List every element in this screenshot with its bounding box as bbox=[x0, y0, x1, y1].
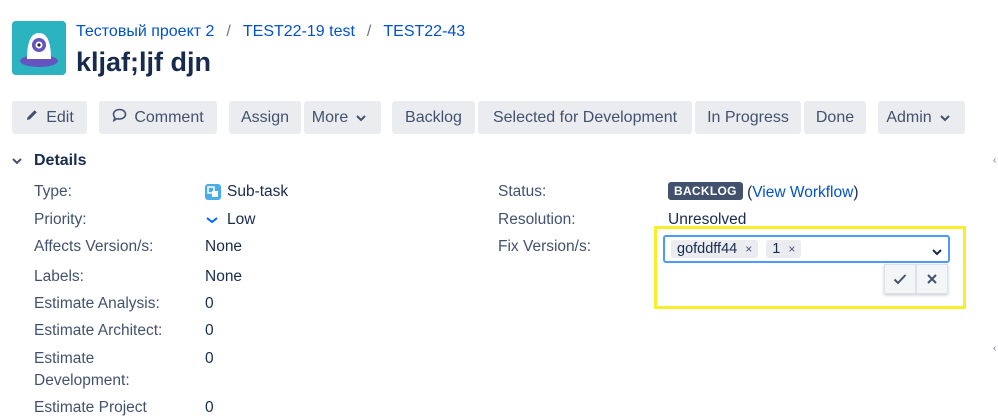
close-icon bbox=[926, 273, 938, 285]
fix-version-select[interactable]: gofddff44 × 1 × bbox=[663, 235, 950, 263]
chevron-down-icon bbox=[12, 157, 28, 165]
breadcrumb-issue-key[interactable]: TEST22-43 bbox=[383, 23, 465, 41]
fix-version-tag-label: gofddff44 bbox=[677, 241, 738, 257]
breadcrumb-separator: / bbox=[226, 23, 231, 40]
admin-button[interactable]: Admin bbox=[878, 101, 965, 134]
details-section-toggle[interactable]: Details bbox=[12, 152, 86, 170]
selected-for-development-label: Selected for Development bbox=[492, 108, 678, 126]
breadcrumb-parent-issue[interactable]: TEST22-19 test bbox=[243, 23, 355, 41]
type-value: Sub-task bbox=[205, 183, 288, 201]
workflow-link-close: ) bbox=[853, 184, 859, 201]
estimate-architect-label: Estimate Architect: bbox=[34, 322, 163, 339]
cancel-button[interactable] bbox=[916, 264, 948, 294]
project-avatar-icon[interactable] bbox=[12, 21, 66, 75]
status-value: BACKLOG (View Workflow) bbox=[668, 182, 859, 202]
estimate-project-label: Estimate Project bbox=[34, 399, 147, 416]
estimate-development-label-line2: Development: bbox=[34, 372, 130, 389]
comment-button-label: Comment bbox=[134, 108, 204, 126]
remove-tag-icon[interactable]: × bbox=[745, 242, 752, 256]
backlog-button-label: Backlog bbox=[405, 108, 462, 126]
fix-version-tag-label: 1 bbox=[772, 241, 781, 257]
fix-version-tag: gofddff44 × bbox=[671, 240, 759, 258]
breadcrumb-project[interactable]: Тестовый проект 2 bbox=[76, 23, 214, 41]
assign-button-label: Assign bbox=[240, 108, 290, 126]
breadcrumb-separator: / bbox=[366, 23, 372, 40]
issue-title[interactable]: kljaf;ljf djn bbox=[76, 47, 211, 78]
selected-for-development-button[interactable]: Selected for Development bbox=[478, 101, 692, 134]
more-button-label: More bbox=[311, 108, 349, 126]
type-value-text: Sub-task bbox=[227, 183, 289, 200]
check-icon bbox=[893, 273, 907, 285]
more-button[interactable]: More bbox=[304, 101, 381, 134]
estimate-development-label-line1: Estimate bbox=[34, 350, 95, 367]
backlog-transition-button[interactable]: Backlog bbox=[392, 101, 475, 134]
estimate-analysis-label: Estimate Analysis: bbox=[34, 295, 160, 312]
comment-icon bbox=[112, 108, 134, 127]
estimate-development-value[interactable]: 0 bbox=[205, 350, 214, 368]
affects-version-value[interactable]: None bbox=[205, 238, 242, 256]
labels-value[interactable]: None bbox=[205, 268, 242, 286]
resolution-label: Resolution: bbox=[498, 211, 576, 228]
estimate-analysis-value[interactable]: 0 bbox=[205, 295, 214, 313]
subtask-icon bbox=[205, 184, 221, 200]
comment-button[interactable]: Comment bbox=[99, 101, 217, 134]
status-badge: BACKLOG bbox=[668, 182, 743, 200]
done-label: Done bbox=[815, 108, 855, 126]
priority-value: Low bbox=[205, 211, 255, 229]
estimate-project-value[interactable]: 0 bbox=[205, 399, 214, 417]
edit-button[interactable]: Edit bbox=[12, 101, 87, 134]
fix-version-label: Fix Version/s: bbox=[498, 238, 592, 255]
estimate-architect-value[interactable]: 0 bbox=[205, 322, 214, 340]
affects-version-label: Affects Version/s: bbox=[34, 238, 154, 255]
admin-label: Admin bbox=[886, 108, 932, 126]
side-panel-arrow-icon[interactable]: ‹ bbox=[993, 155, 996, 166]
details-heading: Details bbox=[34, 152, 87, 169]
type-label: Type: bbox=[34, 183, 72, 200]
priority-label: Priority: bbox=[34, 211, 87, 228]
fix-version-tag: 1 × bbox=[766, 240, 802, 258]
edit-button-label: Edit bbox=[46, 108, 74, 126]
chevron-down-icon bbox=[356, 109, 373, 127]
pencil-icon bbox=[25, 108, 46, 127]
done-button[interactable]: Done bbox=[804, 101, 866, 134]
breadcrumb: Тестовый проект 2 / TEST22-19 test / TEST22-… bbox=[76, 23, 465, 41]
in-progress-label: In Progress bbox=[707, 108, 789, 126]
chevron-down-icon[interactable] bbox=[932, 243, 942, 261]
status-label: Status: bbox=[498, 183, 547, 200]
priority-value-text: Low bbox=[227, 211, 256, 228]
inline-edit-actions bbox=[884, 264, 948, 294]
labels-label: Labels: bbox=[34, 268, 84, 285]
priority-low-icon bbox=[205, 215, 219, 225]
side-panel-arrow-icon[interactable]: ‹ bbox=[993, 343, 996, 354]
chevron-down-icon bbox=[939, 109, 957, 127]
in-progress-button[interactable]: In Progress bbox=[695, 101, 801, 134]
view-workflow-link[interactable]: View Workflow bbox=[752, 184, 853, 201]
confirm-button[interactable] bbox=[884, 264, 916, 294]
remove-tag-icon[interactable]: × bbox=[788, 242, 795, 256]
assign-button[interactable]: Assign bbox=[229, 101, 301, 134]
